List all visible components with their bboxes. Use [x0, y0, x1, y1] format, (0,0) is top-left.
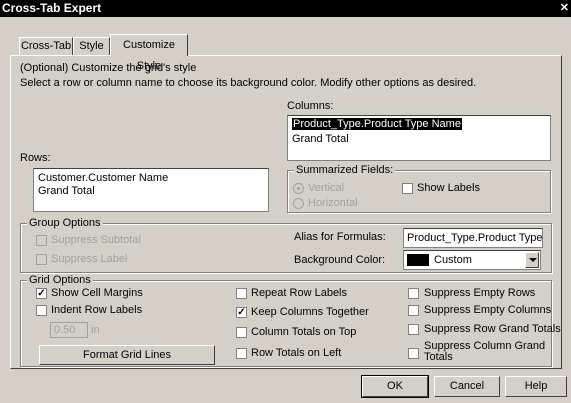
suppress-column-grand-totals-label: Suppress Column Grand Totals [424, 340, 546, 363]
suppress-row-grand-totals-label: Suppress Row Grand Totals [424, 323, 561, 335]
columns-list-item[interactable]: Product_Type.Product Type Name [291, 117, 463, 131]
repeat-row-labels-label: Repeat Row Labels [251, 287, 348, 299]
suppress-column-grand-totals-checkbox[interactable] [408, 348, 419, 359]
alias-field[interactable]: Product_Type.Product Type Na [403, 228, 543, 248]
columns-list-item[interactable]: Grand Total [292, 133, 349, 145]
close-icon[interactable]: ✕ [560, 0, 569, 17]
suppress-label-label: Suppress Label [51, 253, 128, 265]
intro-line-2: Select a row or column name to choose it… [20, 77, 477, 89]
show-labels-label: Show Labels [417, 182, 480, 194]
suppress-subtotal-checkbox[interactable] [36, 235, 47, 246]
help-button[interactable]: Help [505, 376, 567, 397]
rows-list[interactable]: Customer.Customer Name Grand Total [33, 168, 269, 212]
intro-line-1: (Optional) Customize the grid's style [20, 62, 197, 74]
suppress-subtotal-label: Suppress Subtotal [51, 234, 141, 246]
tab-cross-tab[interactable]: Cross-Tab [19, 37, 73, 55]
row-totals-on-left-label: Row Totals on Left [251, 347, 342, 359]
cancel-button[interactable]: Cancel [434, 376, 500, 397]
rows-label: Rows: [20, 152, 51, 164]
vertical-radio[interactable] [293, 183, 304, 194]
show-cell-margins-label: Show Cell Margins [51, 287, 143, 299]
repeat-row-labels-checkbox[interactable] [236, 288, 247, 299]
suppress-empty-columns-checkbox[interactable] [408, 305, 419, 316]
alias-label: Alias for Formulas: [294, 231, 386, 243]
rows-list-item[interactable]: Customer.Customer Name [38, 172, 168, 184]
indent-row-labels-checkbox[interactable] [36, 305, 47, 316]
indent-row-labels-label: Indent Row Labels [51, 304, 143, 316]
row-totals-on-left-checkbox[interactable] [236, 348, 247, 359]
indent-amount-field[interactable]: 0.50 [50, 322, 88, 338]
summarized-fields-title: Summarized Fields: [294, 164, 396, 176]
group-options-title: Group Options [27, 217, 103, 229]
indent-unit-label: in [91, 324, 100, 336]
show-cell-margins-checkbox[interactable]: ✓ [36, 288, 47, 299]
format-grid-lines-button[interactable]: Format Grid Lines [39, 345, 215, 365]
tab-style[interactable]: Style [73, 37, 110, 55]
vertical-label: Vertical [308, 182, 345, 194]
suppress-empty-rows-checkbox[interactable] [408, 288, 419, 299]
background-color-select[interactable]: Custom [403, 250, 541, 270]
column-totals-on-top-label: Column Totals on Top [251, 326, 357, 338]
horizontal-radio[interactable] [293, 198, 304, 209]
background-color-label: Background Color: [294, 254, 386, 266]
window-title: Cross-Tab Expert [2, 1, 102, 15]
cross-tab-expert-dialog: Cross-Tab Expert ✕ Cross-Tab Style Custo… [0, 0, 571, 403]
tab-customize-style[interactable]: Customize Style [110, 34, 188, 72]
keep-columns-together-checkbox[interactable]: ✓ [236, 307, 247, 318]
title-bar: Cross-Tab Expert ✕ [0, 0, 571, 17]
rows-list-item[interactable]: Grand Total [38, 185, 95, 197]
columns-label: Columns: [287, 100, 334, 112]
background-color-value: Custom [434, 254, 472, 266]
grid-options-title: Grid Options [27, 274, 93, 286]
column-totals-on-top-checkbox[interactable] [236, 327, 247, 338]
chevron-down-icon[interactable] [525, 252, 539, 268]
show-labels-checkbox[interactable] [402, 183, 413, 194]
color-swatch [407, 254, 429, 266]
ok-button[interactable]: OK [361, 375, 429, 398]
keep-columns-together-label: Keep Columns Together [251, 306, 369, 318]
columns-list[interactable]: Product_Type.Product Type Name Grand Tot… [287, 115, 551, 161]
suppress-empty-rows-label: Suppress Empty Rows [424, 287, 536, 299]
suppress-empty-columns-label: Suppress Empty Columns [424, 304, 552, 316]
horizontal-label: Horizontal [308, 197, 358, 209]
suppress-row-grand-totals-checkbox[interactable] [408, 324, 419, 335]
suppress-label-checkbox[interactable] [36, 254, 47, 265]
